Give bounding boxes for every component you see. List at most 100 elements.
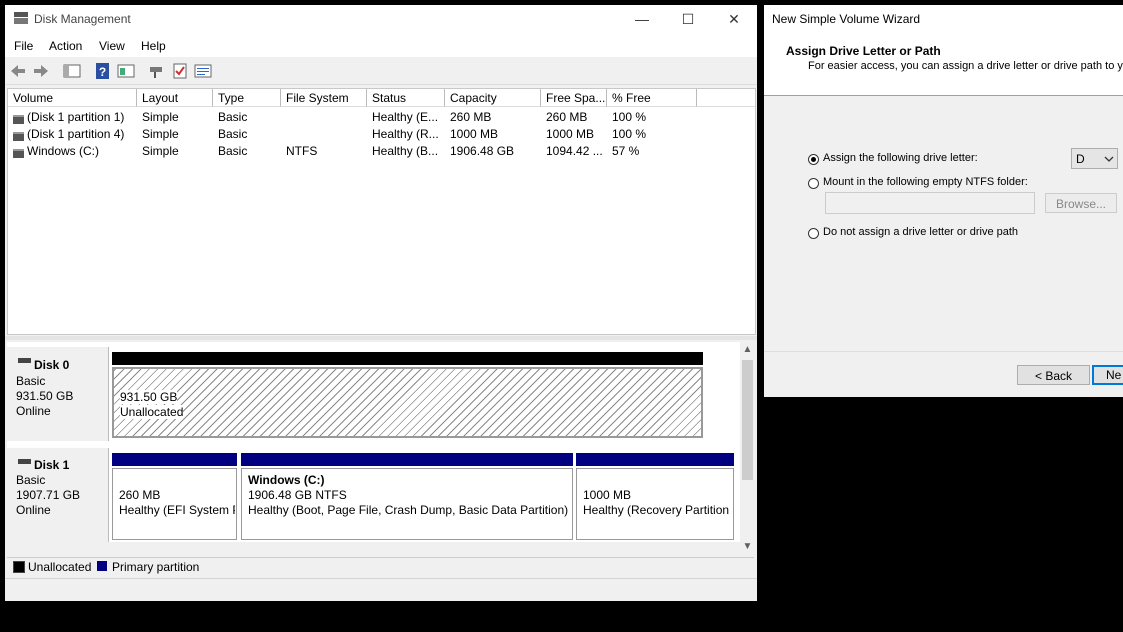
ntfs-folder-path-input[interactable]: [825, 192, 1035, 214]
menu-help[interactable]: Help: [141, 39, 166, 53]
disk-0-info[interactable]: Disk 0 Basic 931.50 GB Online: [7, 347, 109, 441]
vertical-scrollbar[interactable]: ▲ ▼: [740, 342, 755, 555]
maximize-button[interactable]: ☐: [665, 5, 711, 35]
checklist-icon[interactable]: [171, 62, 189, 80]
column-header-status[interactable]: Status: [367, 89, 445, 107]
title-bar: Disk Management — ☐ ✕: [5, 5, 757, 35]
back-arrow-icon[interactable]: [9, 62, 27, 80]
help-icon[interactable]: ?: [94, 62, 112, 80]
menu-bar: File Action View Help: [5, 35, 757, 57]
radio-assign-drive-letter[interactable]: [808, 154, 819, 165]
column-header-filler: [697, 89, 755, 107]
partition-status: Unallocated: [120, 405, 184, 419]
cell-status: Healthy (B...: [372, 144, 439, 158]
status-bar: [5, 578, 757, 601]
wizard-body: Assign the following drive letter: D Mou…: [764, 95, 1123, 352]
legend-label-primary: Primary partition: [112, 560, 200, 574]
cell-volume: Windows (C:): [27, 144, 100, 158]
disk-management-app-icon: [14, 12, 28, 24]
partition-size: 1906.48 GB NTFS: [248, 488, 347, 502]
column-header-file-system[interactable]: File System: [281, 89, 367, 107]
cell-capacity: 1906.48 GB: [450, 144, 515, 158]
minimize-button[interactable]: —: [619, 5, 665, 35]
menu-file[interactable]: File: [14, 39, 33, 53]
cell-capacity: 1000 MB: [450, 127, 499, 141]
column-header-layout[interactable]: Layout: [137, 89, 213, 107]
toolbar: ?: [5, 58, 757, 85]
next-button[interactable]: Ne: [1092, 365, 1123, 385]
cell-percent-free: 100 %: [612, 127, 647, 141]
cell-type: Basic: [218, 144, 248, 158]
legend: Unallocated Primary partition: [7, 557, 754, 576]
drive-letter-value: D: [1076, 152, 1085, 166]
option-label-mount-ntfs-folder[interactable]: Mount in the following empty NTFS folder…: [823, 176, 1028, 188]
column-header-capacity[interactable]: Capacity: [445, 89, 541, 107]
cell-free-space: 260 MB: [546, 110, 588, 124]
menu-view[interactable]: View: [99, 39, 125, 53]
option-label-no-drive-letter[interactable]: Do not assign a drive letter or drive pa…: [823, 226, 1018, 238]
volume-list: Volume Layout Type File System Status Ca…: [7, 88, 756, 335]
partition-recovery[interactable]: 1000 MB Healthy (Recovery Partition: [576, 468, 734, 540]
svg-text:?: ?: [99, 65, 106, 79]
wizard-title: New Simple Volume Wizard: [772, 12, 921, 26]
partition-status: Healthy (EFI System P: [119, 503, 235, 517]
legend-label-unallocated: Unallocated: [28, 560, 92, 574]
primary-color-bar: [112, 453, 237, 466]
column-header-volume[interactable]: Volume: [8, 89, 137, 107]
cell-layout: Simple: [142, 110, 179, 124]
volume-drive-icon: [13, 132, 24, 141]
cell-layout: Simple: [142, 127, 179, 141]
list-view-icon[interactable]: [194, 62, 212, 80]
close-button[interactable]: ✕: [711, 5, 757, 35]
window-title: Disk Management: [34, 12, 131, 26]
disk-name: Disk 0: [34, 358, 70, 372]
cell-free-space: 1000 MB: [546, 127, 595, 141]
cell-layout: Simple: [142, 144, 179, 158]
back-button[interactable]: < Back: [1017, 365, 1090, 385]
cell-volume: (Disk 1 partition 4): [27, 127, 125, 141]
radio-mount-ntfs-folder[interactable]: [808, 178, 819, 189]
scroll-up-arrow-icon[interactable]: ▲: [740, 344, 755, 355]
legend-swatch-unallocated: [13, 561, 25, 573]
option-label-assign-drive-letter[interactable]: Assign the following drive letter:: [823, 152, 978, 164]
drive-letter-select[interactable]: D: [1071, 148, 1118, 169]
forward-arrow-icon[interactable]: [32, 62, 50, 80]
cell-percent-free: 100 %: [612, 110, 647, 124]
column-header-percent-free[interactable]: % Free: [607, 89, 697, 107]
partition-status: Healthy (Boot, Page File, Crash Dump, Ba…: [248, 503, 569, 517]
scroll-down-arrow-icon[interactable]: ▼: [740, 541, 755, 552]
show-hide-console-tree-icon[interactable]: [63, 62, 81, 80]
column-header-type[interactable]: Type: [213, 89, 281, 107]
partition-size: 931.50 GB: [120, 390, 178, 404]
partition-efi-system[interactable]: 260 MB Healthy (EFI System P: [112, 468, 237, 540]
partition-windows-c[interactable]: Windows (C:) 1906.48 GB NTFS Healthy (Bo…: [241, 468, 573, 540]
cell-free-space: 1094.42 ...: [546, 144, 603, 158]
disk-1-info[interactable]: Disk 1 Basic 1907.71 GB Online: [7, 448, 109, 542]
unallocated-color-bar: [112, 352, 703, 365]
disk-icon: [18, 358, 31, 363]
disk-kind: Basic: [16, 473, 46, 487]
new-simple-volume-wizard: New Simple Volume Wizard Assign Drive Le…: [764, 5, 1123, 397]
wizard-subheading: For easier access, you can assign a driv…: [808, 60, 1123, 72]
partition-size: 1000 MB: [583, 488, 632, 502]
menu-action[interactable]: Action: [49, 39, 82, 53]
cell-percent-free: 57 %: [612, 144, 640, 158]
scroll-thumb[interactable]: [742, 360, 753, 480]
disk-kind: Basic: [16, 374, 46, 388]
disk-state: Online: [16, 404, 51, 418]
cell-file-system: NTFS: [286, 144, 318, 158]
legend-swatch-primary: [97, 561, 107, 571]
disk-size: 931.50 GB: [16, 389, 74, 403]
connect-icon[interactable]: [148, 62, 166, 80]
partition-title: Windows (C:): [248, 473, 325, 487]
properties-icon[interactable]: [117, 62, 135, 80]
pane-splitter[interactable]: [5, 336, 757, 340]
radio-no-drive-letter[interactable]: [808, 228, 819, 239]
primary-color-bar: [241, 453, 573, 466]
wizard-title-bar: New Simple Volume Wizard: [764, 5, 1123, 35]
column-header-free-space[interactable]: Free Spa...: [541, 89, 607, 107]
disk-state: Online: [16, 503, 51, 517]
cell-capacity: 260 MB: [450, 110, 492, 124]
partition-unallocated[interactable]: 931.50 GB Unallocated: [112, 367, 703, 438]
browse-button[interactable]: Browse...: [1045, 193, 1117, 213]
